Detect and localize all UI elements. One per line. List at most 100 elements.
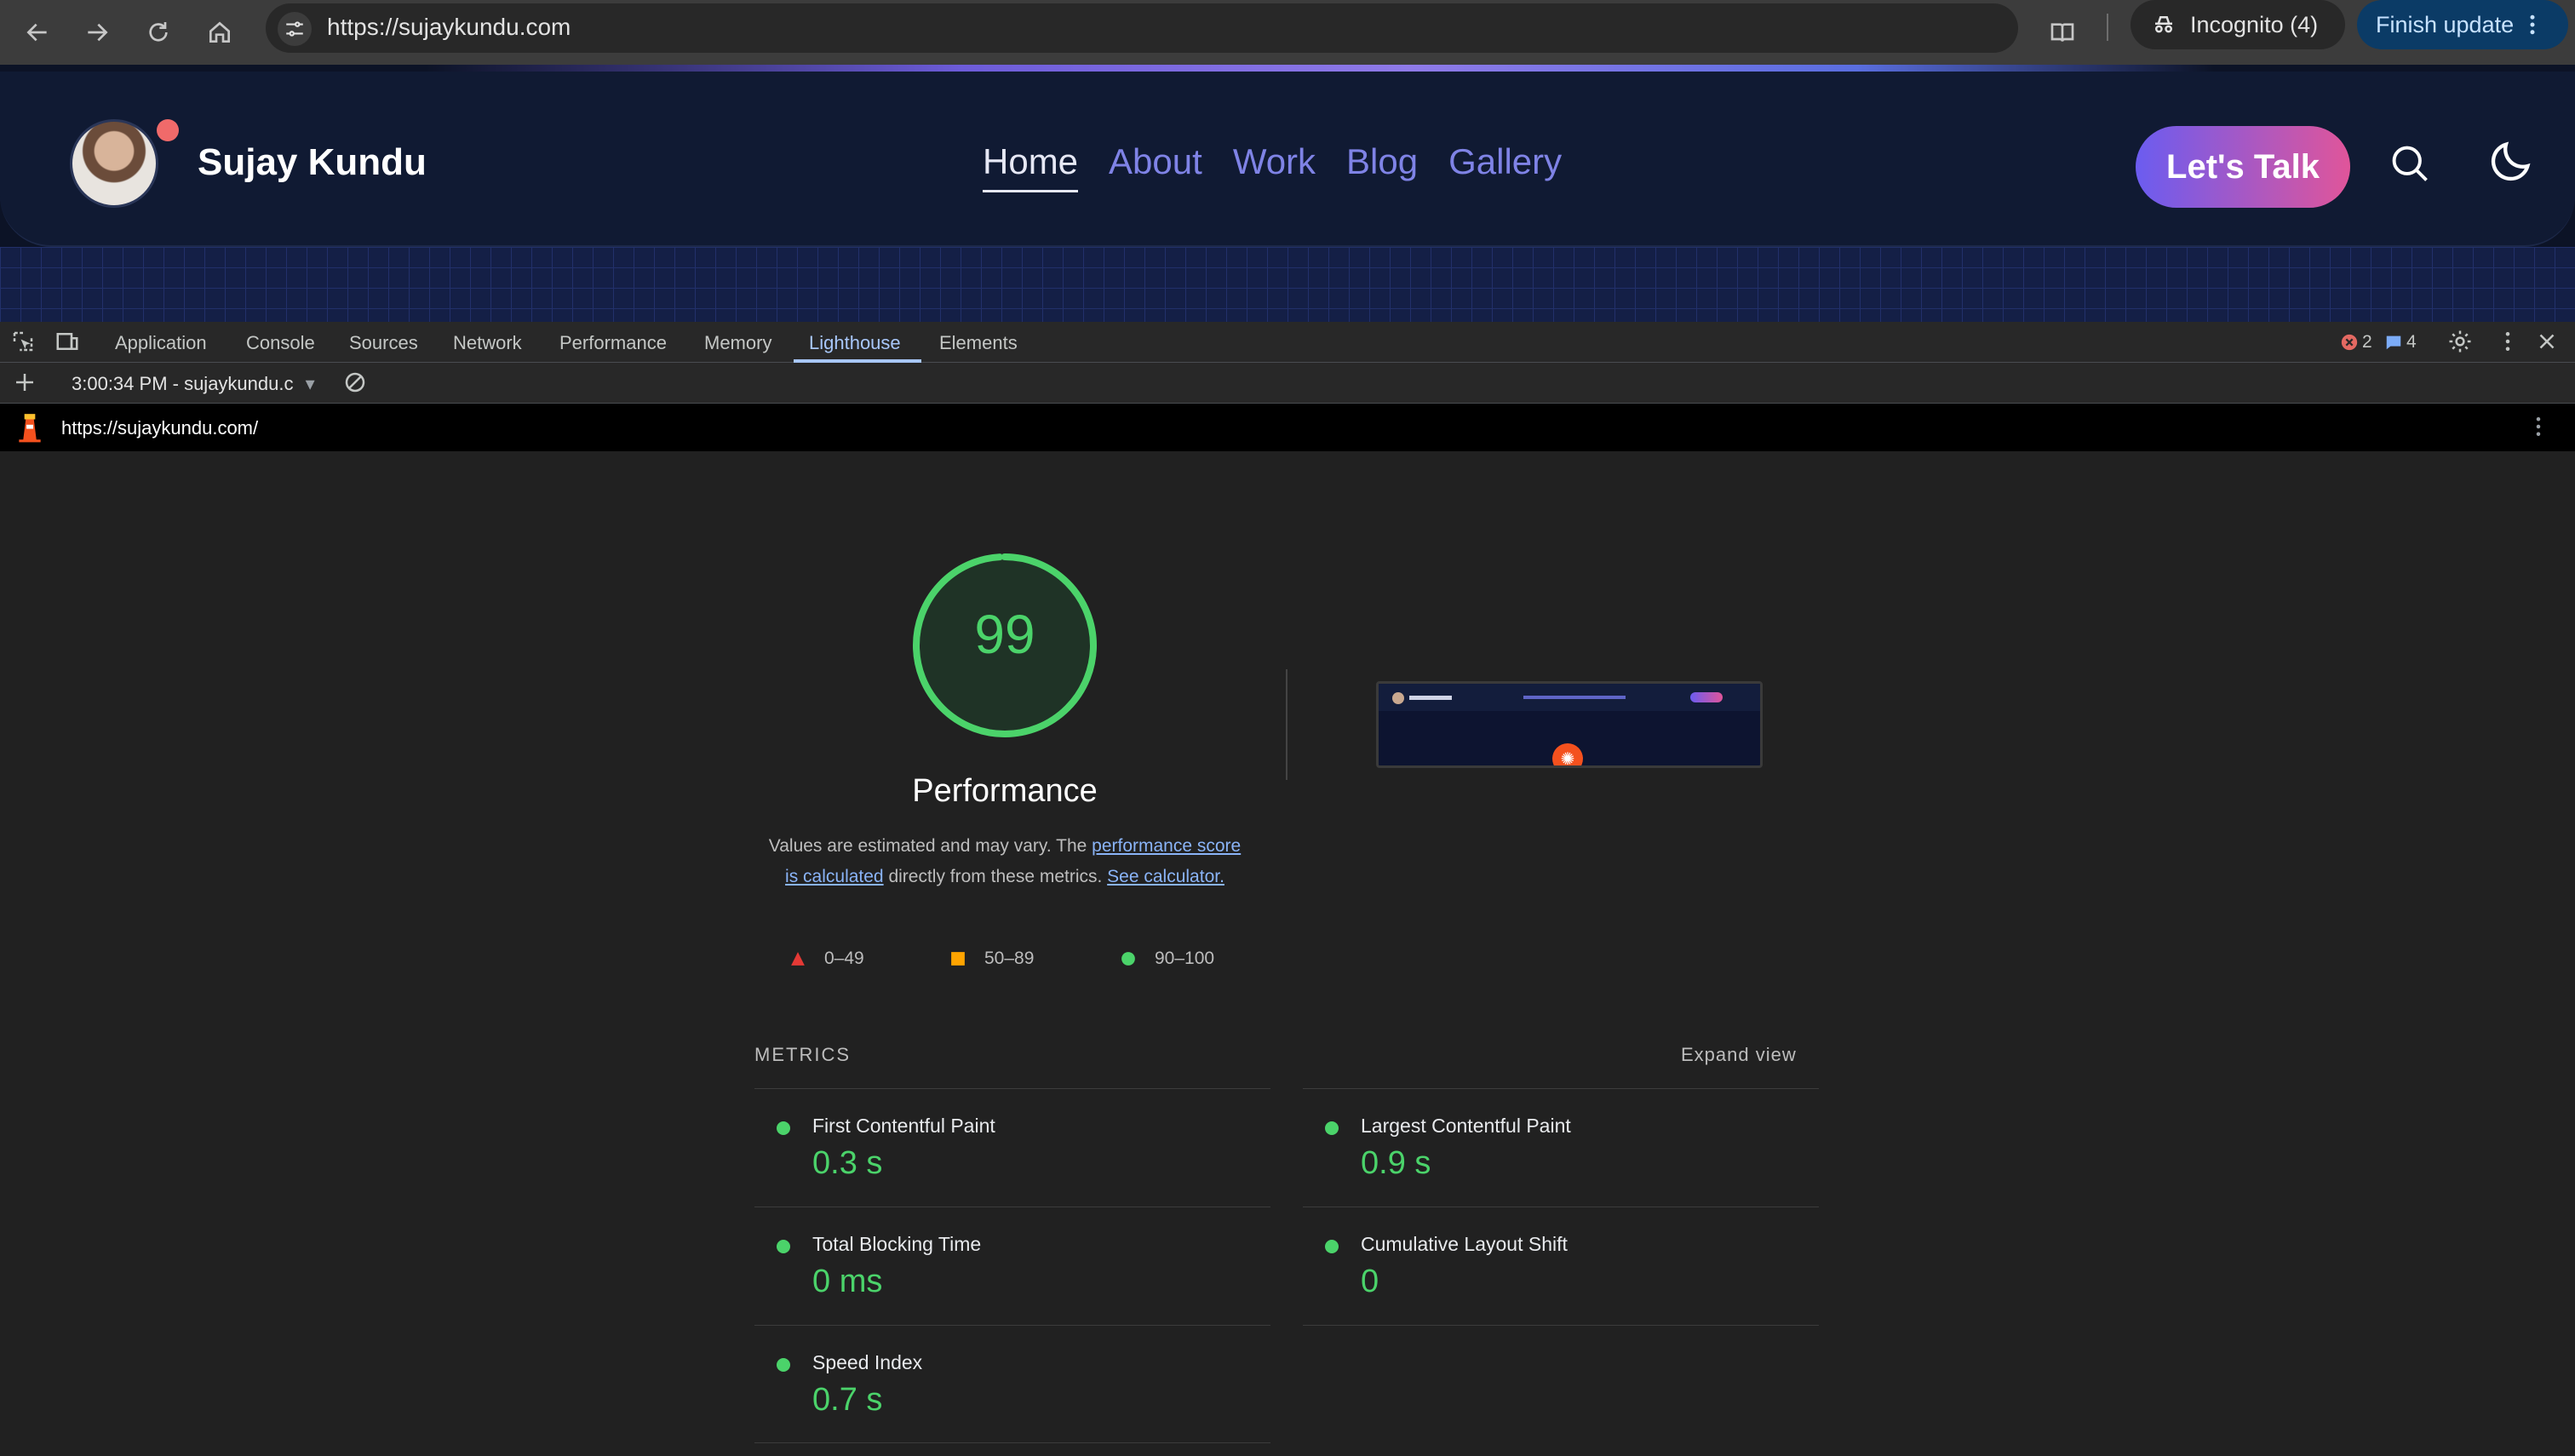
reading-mode-icon[interactable] <box>2040 10 2085 54</box>
legend-fail: 0–49 <box>790 949 864 969</box>
pass-circle-icon <box>1121 952 1135 966</box>
tab-memory[interactable]: Memory <box>704 332 771 354</box>
incognito-icon <box>2155 16 2172 33</box>
legend-pass-label: 90–100 <box>1155 949 1215 968</box>
forward-icon[interactable] <box>75 10 119 54</box>
metric-name: Largest Contentful Paint <box>1361 1115 1571 1137</box>
metric-value: 0 <box>1361 1264 1379 1299</box>
category-title: Performance <box>912 773 1098 809</box>
close-devtools-icon[interactable] <box>2534 329 2560 358</box>
see-calculator-link[interactable]: See calculator. <box>1107 867 1224 886</box>
pass-dot-icon <box>777 1240 790 1253</box>
tab-lighthouse[interactable]: Lighthouse <box>809 332 901 354</box>
legend-average: 50–89 <box>950 949 1034 969</box>
report-selector[interactable]: 3:00:34 PM - sujaykundu.c ▾ <box>72 373 315 395</box>
site-nav: Home About Work Blog Gallery <box>983 141 1562 192</box>
reload-icon[interactable] <box>136 10 181 54</box>
lighthouse-toolbar: 3:00:34 PM - sujaykundu.c ▾ <box>0 363 2575 404</box>
website-viewport: Sujay Kundu Home About Work Blog Gallery… <box>0 65 2575 322</box>
pass-dot-icon <box>1325 1121 1339 1135</box>
metric-name: Speed Index <box>812 1351 923 1373</box>
metric-name: Total Blocking Time <box>812 1233 982 1255</box>
metric-divider <box>754 1442 1270 1443</box>
lighthouse-badge-icon: ✺ <box>1552 743 1583 765</box>
message-icon <box>2386 335 2401 350</box>
report-url[interactable]: https://sujaykundu.com/ <box>61 417 258 439</box>
address-bar[interactable]: https://sujaykundu.com <box>266 3 2256 53</box>
tab-console[interactable]: Console <box>246 332 315 354</box>
metrics-heading: METRICS <box>754 1044 851 1065</box>
report-menu-icon[interactable] <box>2526 414 2551 444</box>
legend-average-label: 50–89 <box>984 949 1035 968</box>
legend-fail-label: 0–49 <box>824 949 864 968</box>
section-divider <box>1286 669 1288 780</box>
header-glow <box>426 65 2214 72</box>
toolbar-divider <box>2107 14 2108 41</box>
nav-work[interactable]: Work <box>1233 141 1316 182</box>
devtools-tab-bar: Application Console Sources Network Perf… <box>0 322 2575 363</box>
inspect-element-icon[interactable] <box>10 329 36 358</box>
devtools-menu-icon[interactable] <box>2495 329 2521 358</box>
metric-name: First Contentful Paint <box>812 1115 995 1137</box>
average-square-icon <box>951 952 965 966</box>
thumbnail-cta <box>1690 692 1723 702</box>
score-description: Values are estimated and may vary. The p… <box>766 831 1243 892</box>
tab-sources[interactable]: Sources <box>349 332 418 354</box>
performance-score: 99 <box>974 604 1035 665</box>
metric-total-blocking-time: Total Blocking Time 0 ms <box>754 1207 1270 1324</box>
thumbnail-header <box>1379 684 1760 711</box>
nav-about[interactable]: About <box>1109 141 1202 182</box>
kebab-menu-icon <box>2530 14 2535 35</box>
browser-toolbar: https://sujaykundu.com Incognito (4) Fin… <box>0 0 2575 65</box>
pass-dot-icon <box>777 1358 790 1372</box>
nav-home[interactable]: Home <box>983 141 1079 192</box>
metric-speed-index: Speed Index 0.7 s <box>754 1325 1270 1442</box>
hero-grid-background <box>0 247 2575 322</box>
theme-toggle-moon-icon[interactable] <box>2486 136 2536 190</box>
metric-value: 0.7 s <box>812 1382 883 1418</box>
error-counter[interactable]: 2 <box>2340 332 2372 353</box>
nav-gallery[interactable]: Gallery <box>1448 141 1562 182</box>
site-header: Sujay Kundu Home About Work Blog Gallery… <box>0 72 2575 247</box>
desc-prefix: Values are estimated and may vary. The <box>768 836 1093 856</box>
pass-dot-icon <box>1325 1240 1339 1253</box>
legend-pass: 90–100 <box>1121 949 1214 969</box>
desc-middle: directly from these metrics. <box>883 867 1108 886</box>
clear-reports-icon[interactable] <box>342 370 368 399</box>
avatar[interactable] <box>70 119 158 208</box>
new-report-plus-icon[interactable] <box>12 370 37 399</box>
tab-network[interactable]: Network <box>453 332 522 354</box>
message-counter[interactable]: 4 <box>2384 332 2417 353</box>
lighthouse-report-header: https://sujaykundu.com/ <box>0 404 2575 451</box>
back-icon[interactable] <box>15 10 60 54</box>
metric-name: Cumulative Layout Shift <box>1361 1233 1568 1255</box>
device-toolbar-icon[interactable] <box>54 329 80 358</box>
settings-gear-icon[interactable] <box>2447 329 2473 358</box>
fail-triangle-icon <box>791 952 805 966</box>
site-name[interactable]: Sujay Kundu <box>198 141 427 184</box>
tab-application[interactable]: Application <box>115 332 207 354</box>
search-icon[interactable] <box>2388 141 2432 190</box>
lets-talk-button[interactable]: Let's Talk <box>2136 126 2350 208</box>
report-selector-label: 3:00:34 PM - sujaykundu.c <box>72 373 294 394</box>
expand-view-toggle[interactable]: Expand view <box>1681 1044 1797 1066</box>
dropdown-caret-icon: ▾ <box>305 373 315 394</box>
thumbnail-avatar <box>1392 692 1404 704</box>
incognito-button[interactable]: Incognito (4) <box>2131 0 2345 49</box>
metric-first-contentful-paint: First Contentful Paint 0.3 s <box>754 1088 1270 1206</box>
page-screenshot-thumbnail[interactable]: ✺ <box>1376 681 1763 768</box>
url-text[interactable]: https://sujaykundu.com <box>327 14 571 41</box>
home-icon[interactable] <box>198 10 242 54</box>
thumbnail-title <box>1409 696 1452 700</box>
metric-largest-contentful-paint: Largest Contentful Paint 0.9 s <box>1303 1088 1819 1206</box>
metric-value: 0 ms <box>812 1264 883 1299</box>
incognito-label: Incognito (4) <box>2190 11 2319 37</box>
tab-elements[interactable]: Elements <box>939 332 1018 354</box>
metric-cumulative-layout-shift: Cumulative Layout Shift 0 <box>1303 1207 1819 1324</box>
tab-performance[interactable]: Performance <box>559 332 667 354</box>
nav-blog[interactable]: Blog <box>1346 141 1418 182</box>
error-icon <box>2341 334 2358 351</box>
site-settings-icon[interactable] <box>278 12 312 46</box>
finish-update-button[interactable]: Finish update <box>2357 0 2568 49</box>
status-dot <box>157 119 179 141</box>
